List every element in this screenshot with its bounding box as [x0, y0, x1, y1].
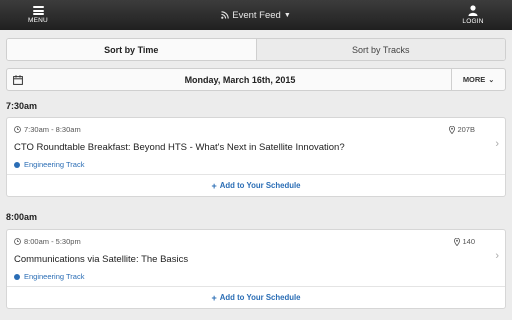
session-room-text: 140: [462, 237, 475, 246]
add-to-schedule-label: Add to Your Schedule: [219, 293, 301, 302]
sort-by-tracks-tab[interactable]: Sort by Tracks: [255, 39, 505, 60]
chevron-right-icon[interactable]: ›: [495, 138, 499, 150]
session-card[interactable]: 8:00am - 5:30pm 140 Communications via S…: [6, 229, 506, 309]
more-label: MORE: [462, 75, 486, 84]
session-room-text: 207B: [457, 125, 475, 134]
event-feed-dropdown[interactable]: Event Feed ▼: [0, 0, 512, 30]
session-title[interactable]: CTO Roundtable Breakfast: Beyond HTS - W…: [14, 142, 345, 153]
track-dot: [14, 273, 20, 280]
plus-icon: +: [211, 292, 217, 303]
session-track-text: Engineering Track: [24, 272, 85, 281]
more-button[interactable]: MORE ⌄: [451, 69, 505, 90]
map-pin-icon: [449, 125, 456, 134]
calendar-icon: [13, 74, 23, 85]
session-track: Engineering Track: [14, 272, 84, 281]
sort-toggle: Sort by Time Sort by Tracks: [6, 38, 506, 61]
login-button[interactable]: LOGIN: [458, 0, 488, 30]
add-to-schedule-button[interactable]: + Add to Your Schedule: [7, 286, 505, 308]
chevron-down-icon: ⌄: [488, 76, 495, 84]
session-time: 7:30am - 8:30am: [14, 125, 81, 134]
session-time-text: 7:30am - 8:30am: [24, 125, 81, 134]
rss-icon: [221, 11, 229, 19]
map-pin-icon: [454, 237, 461, 246]
time-header: 8:00am: [6, 212, 38, 222]
session-room: 140: [454, 237, 475, 246]
clock-icon: [14, 238, 21, 245]
track-dot: [14, 161, 20, 168]
selected-date[interactable]: Monday, March 16th, 2015: [29, 75, 451, 85]
session-time: 8:00am - 5:30pm: [14, 237, 81, 246]
session-track: Engineering Track: [14, 160, 84, 169]
session-title[interactable]: Communications via Satellite: The Basics: [14, 254, 188, 265]
session-time-text: 8:00am - 5:30pm: [24, 237, 81, 246]
add-to-schedule-label: Add to Your Schedule: [219, 181, 301, 190]
add-to-schedule-button[interactable]: + Add to Your Schedule: [7, 174, 505, 196]
page-title: Event Feed: [232, 9, 281, 21]
time-header: 7:30am: [6, 101, 38, 111]
top-bar: MENU Event Feed ▼ LOGIN: [0, 0, 512, 30]
user-icon: [468, 5, 478, 16]
session-track-text: Engineering Track: [24, 160, 85, 169]
login-label: LOGIN: [462, 18, 484, 25]
plus-icon: +: [211, 180, 217, 191]
sort-by-time-tab[interactable]: Sort by Time: [7, 39, 256, 60]
session-card[interactable]: 7:30am - 8:30am 207B CTO Roundtable Brea…: [6, 117, 506, 197]
chevron-right-icon[interactable]: ›: [495, 250, 499, 262]
caret-down-icon: ▼: [283, 11, 291, 19]
calendar-button[interactable]: [7, 69, 29, 90]
clock-icon: [14, 126, 21, 133]
session-room: 207B: [449, 125, 475, 134]
date-selector: Monday, March 16th, 2015 MORE ⌄: [6, 68, 506, 91]
